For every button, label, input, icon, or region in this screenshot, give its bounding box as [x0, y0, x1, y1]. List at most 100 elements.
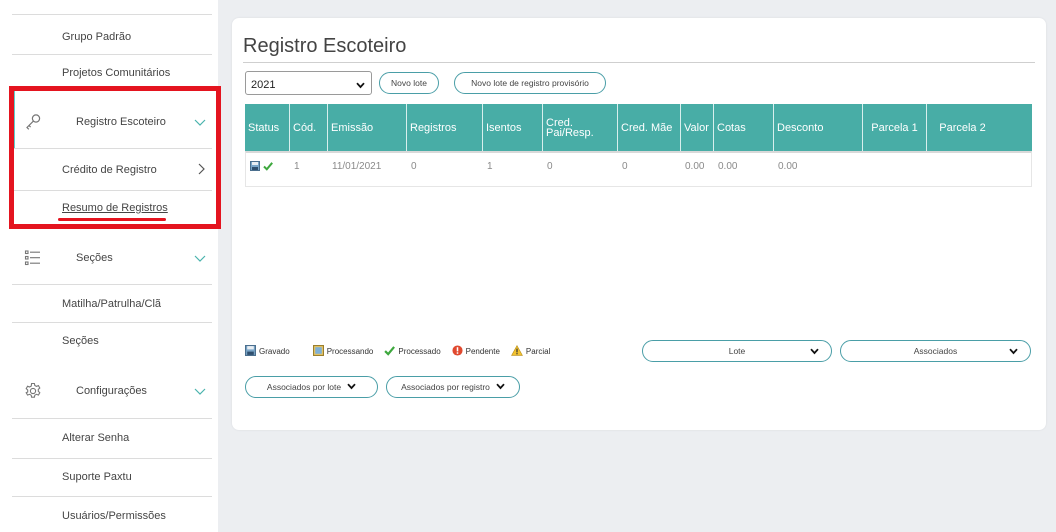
column-header[interactable]: Status — [245, 104, 290, 151]
legend-label: Pendente — [465, 346, 500, 356]
sidebar-divider — [12, 458, 212, 459]
disk-icon — [250, 161, 260, 174]
associados-por-registro-label: Associados por registro — [401, 382, 490, 392]
novo-lote-button[interactable]: Novo lote — [379, 72, 439, 94]
sidebar-item-label: Grupo Padrão — [62, 31, 132, 43]
sidebar-item-suporte[interactable]: Suporte Paxtu — [0, 468, 218, 486]
sidebar-item-projetos-comunitarios[interactable]: Projetos Comunitários — [0, 64, 218, 82]
table-row[interactable]: 1 11/01/2021 0 1 0 0 0.00 0.00 0.00 — [245, 151, 1032, 187]
sidebar-item-label: Resumo de Registros — [62, 202, 168, 214]
chevron-down-icon — [1009, 347, 1018, 357]
sidebar-item-secoes[interactable]: Seções — [0, 332, 218, 350]
cell-parcela2 — [928, 153, 999, 185]
legend-processando: Processando — [312, 344, 374, 358]
novo-lote-provisorio-label: Novo lote de registro provisório — [471, 78, 589, 88]
sidebar-divider — [12, 190, 212, 191]
sidebar-item-matilha[interactable]: Matilha/Patrulha/Clã — [0, 295, 218, 313]
novo-lote-label: Novo lote — [391, 78, 427, 88]
column-header[interactable]: Parcela 2 — [927, 104, 998, 151]
cell-valor: 0.00 — [685, 161, 705, 172]
list-icon — [24, 249, 42, 267]
cell-desconto: 0.00 — [778, 161, 798, 172]
column-header[interactable]: Cód. — [290, 104, 328, 151]
status-cell — [246, 153, 291, 185]
sidebar-item-label: Usuários/Permissões — [62, 510, 166, 522]
lote-filter-select[interactable]: Lote — [642, 340, 832, 362]
sidebar-item-registro-escoteiro[interactable]: Registro Escoteiro — [0, 111, 218, 133]
column-header[interactable]: Registros — [407, 104, 483, 151]
sidebar-item-alterar-senha[interactable]: Alterar Senha — [0, 429, 218, 447]
gear-icon — [24, 382, 42, 400]
column-header[interactable]: Emissão — [328, 104, 407, 151]
sidebar-item-resumo-registros[interactable]: Resumo de Registros — [0, 199, 218, 217]
sidebar-divider — [12, 496, 212, 497]
column-header[interactable]: Cred. Pai/Resp. — [543, 104, 618, 151]
associados-por-lote-button[interactable]: Associados por lote — [245, 376, 378, 398]
sidebar-item-label: Projetos Comunitários — [62, 67, 171, 79]
legend-label: Processado — [398, 346, 441, 356]
chevron-down-icon — [810, 347, 819, 357]
key-icon — [24, 113, 42, 131]
sidebar-divider — [12, 418, 212, 419]
cell-parcela1 — [864, 153, 928, 185]
cell-registros: 0 — [411, 161, 417, 172]
highlight-underline — [58, 218, 166, 221]
sidebar: Grupo Padrão Projetos Comunitários Regis… — [0, 0, 221, 532]
warning-icon — [510, 344, 523, 358]
chevron-down-icon — [347, 382, 356, 392]
associados-por-registro-button[interactable]: Associados por registro — [386, 376, 520, 398]
sidebar-item-label: Seções — [62, 335, 99, 347]
year-select-value: 2021 — [251, 79, 276, 91]
column-header[interactable]: Cred. Mãe — [618, 104, 681, 151]
column-header[interactable]: Parcela 1 — [863, 104, 927, 151]
legend-label: Parcial — [525, 346, 551, 356]
sidebar-divider — [12, 284, 212, 285]
legend-pendente: Pendente — [452, 344, 500, 358]
main-card: Registro Escoteiro 2021 Novo lote Novo l… — [232, 18, 1046, 430]
cell-cred-mae: 0 — [622, 161, 628, 172]
sidebar-item-label: Alterar Senha — [62, 432, 130, 444]
sidebar-item-credito-registro[interactable]: Crédito de Registro — [0, 161, 218, 179]
page-title: Registro Escoteiro — [243, 35, 407, 57]
legend-label: Gravado — [259, 346, 290, 356]
column-header[interactable]: Cotas — [714, 104, 774, 151]
column-header[interactable]: Valor — [681, 104, 714, 151]
cell-cotas: 0.00 — [718, 161, 738, 172]
alert-circle-icon — [452, 344, 463, 358]
sidebar-divider — [12, 322, 212, 323]
associados-filter-select[interactable]: Associados — [840, 340, 1031, 362]
sidebar-item-usuarios[interactable]: Usuários/Permissões — [0, 507, 218, 525]
column-header[interactable]: Desconto — [774, 104, 863, 151]
chevron-down-icon — [356, 80, 365, 92]
legend-processado: Processado — [384, 345, 441, 358]
table-header: Status Cód. Emissão Registros Isentos Cr… — [245, 104, 1032, 151]
check-icon — [384, 345, 396, 358]
legend-gravado: Gravado — [245, 344, 290, 358]
sidebar-item-configuracoes[interactable]: Configurações — [0, 380, 218, 402]
sidebar-divider — [12, 148, 212, 149]
lote-filter-label: Lote — [728, 346, 746, 356]
associados-por-lote-label: Associados por lote — [266, 382, 342, 392]
sidebar-item-secoes-group[interactable]: Seções — [0, 247, 218, 269]
legend-parcial: Parcial — [510, 344, 551, 358]
year-select[interactable]: 2021 — [245, 71, 372, 95]
sidebar-item-label: Crédito de Registro — [62, 164, 157, 176]
sidebar-item-grupo-padrao[interactable]: Grupo Padrão — [0, 28, 218, 46]
sidebar-item-label: Seções — [76, 252, 113, 264]
associados-filter-label: Associados — [913, 346, 958, 356]
cell-emissao: 11/01/2021 — [332, 161, 382, 172]
novo-lote-provisorio-button[interactable]: Novo lote de registro provisório — [454, 72, 606, 94]
chevron-down-icon — [194, 118, 206, 126]
sidebar-item-label: Suporte Paxtu — [62, 471, 132, 483]
sidebar-divider — [12, 14, 212, 15]
sidebar-divider — [12, 54, 212, 55]
disk-icon — [245, 344, 256, 358]
check-icon — [263, 161, 273, 174]
column-header[interactable]: Isentos — [483, 104, 543, 151]
status-legend: Gravado Processando Processado Pendente … — [245, 344, 561, 358]
legend-label: Processando — [326, 346, 374, 356]
cell-cred-pai: 0 — [547, 161, 553, 172]
cell-cod: 1 — [294, 161, 300, 172]
sidebar-item-label: Matilha/Patrulha/Clã — [62, 298, 162, 310]
sidebar-item-label: Registro Escoteiro — [76, 116, 166, 128]
